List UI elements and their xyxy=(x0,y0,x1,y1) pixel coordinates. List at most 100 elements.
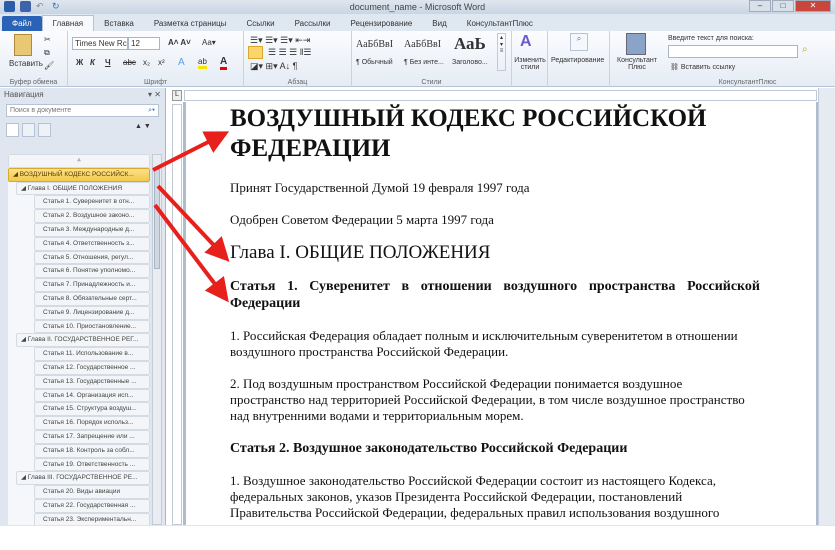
nav-title: Навигация xyxy=(4,90,44,99)
subscript-button[interactable]: x₂ xyxy=(143,58,150,67)
nav-item-article[interactable]: Статья 5. Отношения, регул... xyxy=(34,250,150,265)
nav-item-article[interactable]: Статья 8. Обязательные серт... xyxy=(34,291,150,306)
paste-icon[interactable] xyxy=(14,34,32,56)
tab-file[interactable]: Файл xyxy=(2,16,42,31)
vertical-ruler[interactable] xyxy=(172,104,182,525)
style-heading-preview[interactable]: АаЬ xyxy=(454,34,486,54)
nav-item-article[interactable]: Статья 17. Запрещение или ... xyxy=(34,429,150,444)
nav-item-article[interactable]: Статья 15. Структура воздуш... xyxy=(34,402,150,417)
nav-item-chapter[interactable]: ◢ Глава III. ГОСУДАРСТВЕННОЕ РЕ... xyxy=(16,471,150,486)
nav-item-article[interactable]: Статья 19. Ответственность ... xyxy=(34,457,150,472)
horizontal-ruler[interactable] xyxy=(184,90,817,101)
tab-consultant[interactable]: КонсультантПлюс xyxy=(457,16,543,31)
style-normal-preview[interactable]: АаБбВвІ xyxy=(356,39,393,50)
nav-heading-tree: ⩡ ◢ ВОЗДУШНЫЙ КОДЕКС РОССИЙСК... ◢ Глава … xyxy=(8,154,150,525)
nav-item-article[interactable]: Статья 3. Международные д... xyxy=(34,222,150,237)
tab-mailings[interactable]: Рассылки xyxy=(285,16,341,31)
italic-button[interactable]: К xyxy=(90,58,95,67)
ribbon-tabs: Файл Главная Вставка Разметка страницы С… xyxy=(0,14,835,31)
nav-item-article[interactable]: Статья 2. Воздушное законо... xyxy=(34,209,150,223)
format-painter-icon[interactable]: 🖌 xyxy=(44,61,54,70)
nav-scrollbar[interactable] xyxy=(152,154,162,525)
search-icon[interactable]: ⌕▾ xyxy=(148,107,155,114)
adopted-line: Принят Государственной Думой 19 февраля … xyxy=(230,180,530,195)
nav-item-article[interactable]: Статья 14. Организация исп... xyxy=(34,388,150,403)
strikethrough-button[interactable]: abc xyxy=(123,58,136,67)
nav-item-article[interactable]: Статья 22. Государственная ... xyxy=(34,498,150,513)
list-icons[interactable]: ☰▾ ☰▾ ☰▾ ⇤⇥ xyxy=(250,35,310,46)
nav-item-article[interactable]: Статья 10. Приостановление... xyxy=(34,319,150,334)
nav-item-chapter[interactable]: ◢ Глава I. ОБЩИЕ ПОЛОЖЕНИЯ xyxy=(16,181,150,196)
clipboard-group: Вставить ✂ ⧉ 🖌 Буфер обмена xyxy=(0,31,68,87)
document-content[interactable]: ВОЗДУШНЫЙ КОДЕКС РОССИЙСКОЙ ФЕДЕРАЦИИ Пр… xyxy=(230,102,760,521)
nav-item-article[interactable]: Статья 18. Контроль за собл... xyxy=(34,443,150,458)
search-icon[interactable]: ⌕ xyxy=(802,44,808,55)
underline-button[interactable]: Ч xyxy=(105,58,111,67)
text-effects-icon[interactable]: A xyxy=(178,57,185,68)
nav-item-article[interactable]: Статья 6. Понятие уполномо... xyxy=(34,264,150,279)
font-size-select[interactable]: 12 xyxy=(128,37,160,50)
insert-link-button[interactable]: ⛓ Вставить ссылку xyxy=(670,63,735,71)
font-color-icon[interactable]: A xyxy=(220,56,228,70)
grow-font-icon[interactable]: A˄ A˅ xyxy=(168,38,191,47)
change-styles-button[interactable]: Изменить стили xyxy=(514,57,546,71)
tab-selector[interactable]: L xyxy=(172,90,182,101)
minimize-button[interactable]: – xyxy=(749,0,771,12)
chapter-1-heading: Глава I. ОБЩИЕ ПОЛОЖЕНИЯ xyxy=(230,242,491,263)
style-no-spacing-preview[interactable]: АаБбВвІ xyxy=(404,39,441,50)
nav-search-input[interactable]: Поиск в документе ⌕▾ xyxy=(6,104,159,117)
align-icons[interactable]: ☰ ☰ ☰ ‖☰ xyxy=(268,47,312,58)
find-icon[interactable]: ⌕ xyxy=(570,33,588,51)
nav-up-down-arrows[interactable]: ▲ ▼ xyxy=(135,123,159,137)
change-case-icon[interactable]: Aa▾ xyxy=(202,38,216,47)
nav-results-tab[interactable] xyxy=(38,123,51,137)
style-no-spacing-label[interactable]: ¶ Без инте... xyxy=(404,59,444,66)
title-bar: ↶ ↻ document_name - Microsoft Word – □ ✕ xyxy=(0,0,835,14)
nav-close-icon[interactable]: ▾ ✕ xyxy=(148,90,161,100)
style-heading-label[interactable]: Заголово... xyxy=(452,59,488,66)
nav-item-article[interactable]: Статья 4. Ответственность з... xyxy=(34,236,150,251)
consultant-icon[interactable] xyxy=(626,33,646,55)
paste-button[interactable]: Вставить xyxy=(9,59,43,68)
vertical-scrollbar[interactable] xyxy=(818,88,835,525)
nav-item-article[interactable]: Статья 23. Экспериментальн... xyxy=(34,512,150,525)
shading-borders-icons[interactable]: ◪▾ ⊞▾ A↓ ¶ xyxy=(250,61,297,72)
change-styles-icon[interactable]: A xyxy=(520,33,532,51)
align-left-button[interactable] xyxy=(248,46,263,59)
nav-headings-tab[interactable] xyxy=(6,123,19,137)
consultant-button[interactable]: Консультант Плюс xyxy=(614,57,660,71)
nav-item-article[interactable]: Статья 1. Суверенитет в отн... xyxy=(34,195,150,210)
superscript-button[interactable]: x² xyxy=(158,58,165,67)
nav-item-article[interactable]: Статья 13. Государственные ... xyxy=(34,374,150,389)
tab-view[interactable]: Вид xyxy=(422,16,456,31)
nav-item-article[interactable]: Статья 20. Виды авиации xyxy=(34,485,150,499)
styles-scroll[interactable]: ▴ ▾ ≡ xyxy=(497,33,506,71)
nav-item-article[interactable]: Статья 16. Порядок использ... xyxy=(34,416,150,430)
cut-icon[interactable]: ✂ xyxy=(44,35,51,44)
nav-item-document-title[interactable]: ◢ ВОЗДУШНЫЙ КОДЕКС РОССИЙСК... xyxy=(8,167,150,182)
nav-item-chapter[interactable]: ◢ Глава II. ГОСУДАРСТВЕННОЕ РЕГ... xyxy=(16,333,150,348)
tab-home[interactable]: Главная xyxy=(41,15,95,31)
font-name-select[interactable]: Times New Rc xyxy=(72,37,128,50)
nav-search-placeholder: Поиск в документе xyxy=(10,107,72,114)
nav-pages-tab[interactable] xyxy=(22,123,35,137)
nav-item-article[interactable]: Статья 9. Лицензирование д... xyxy=(34,305,150,320)
editing-button[interactable]: Редактирование xyxy=(551,57,604,64)
tab-references[interactable]: Ссылки xyxy=(236,16,284,31)
nav-item-article[interactable]: Статья 12. Государственное ... xyxy=(34,360,150,375)
close-button[interactable]: ✕ xyxy=(795,0,831,12)
tab-page-layout[interactable]: Разметка страницы xyxy=(144,16,237,31)
window-title: document_name - Microsoft Word xyxy=(349,2,486,12)
bold-button[interactable]: Ж xyxy=(76,58,83,67)
consultant-search-input[interactable] xyxy=(668,45,798,58)
nav-item-article[interactable]: Статья 11. Использование в... xyxy=(34,347,150,361)
nav-item-article[interactable]: Статья 7. Принадлежность и... xyxy=(34,278,150,292)
maximize-button[interactable]: □ xyxy=(772,0,794,12)
tab-review[interactable]: Рецензирование xyxy=(341,16,423,31)
article-1-paragraph-1: 1. Российская Федерация обладает полным … xyxy=(230,328,738,359)
style-normal-label[interactable]: ¶ Обычный xyxy=(356,59,393,66)
tab-insert[interactable]: Вставка xyxy=(94,16,144,31)
nav-collapse-all[interactable]: ⩡ xyxy=(8,154,150,168)
copy-icon[interactable]: ⧉ xyxy=(44,48,50,58)
highlight-icon[interactable]: ab xyxy=(198,57,207,69)
